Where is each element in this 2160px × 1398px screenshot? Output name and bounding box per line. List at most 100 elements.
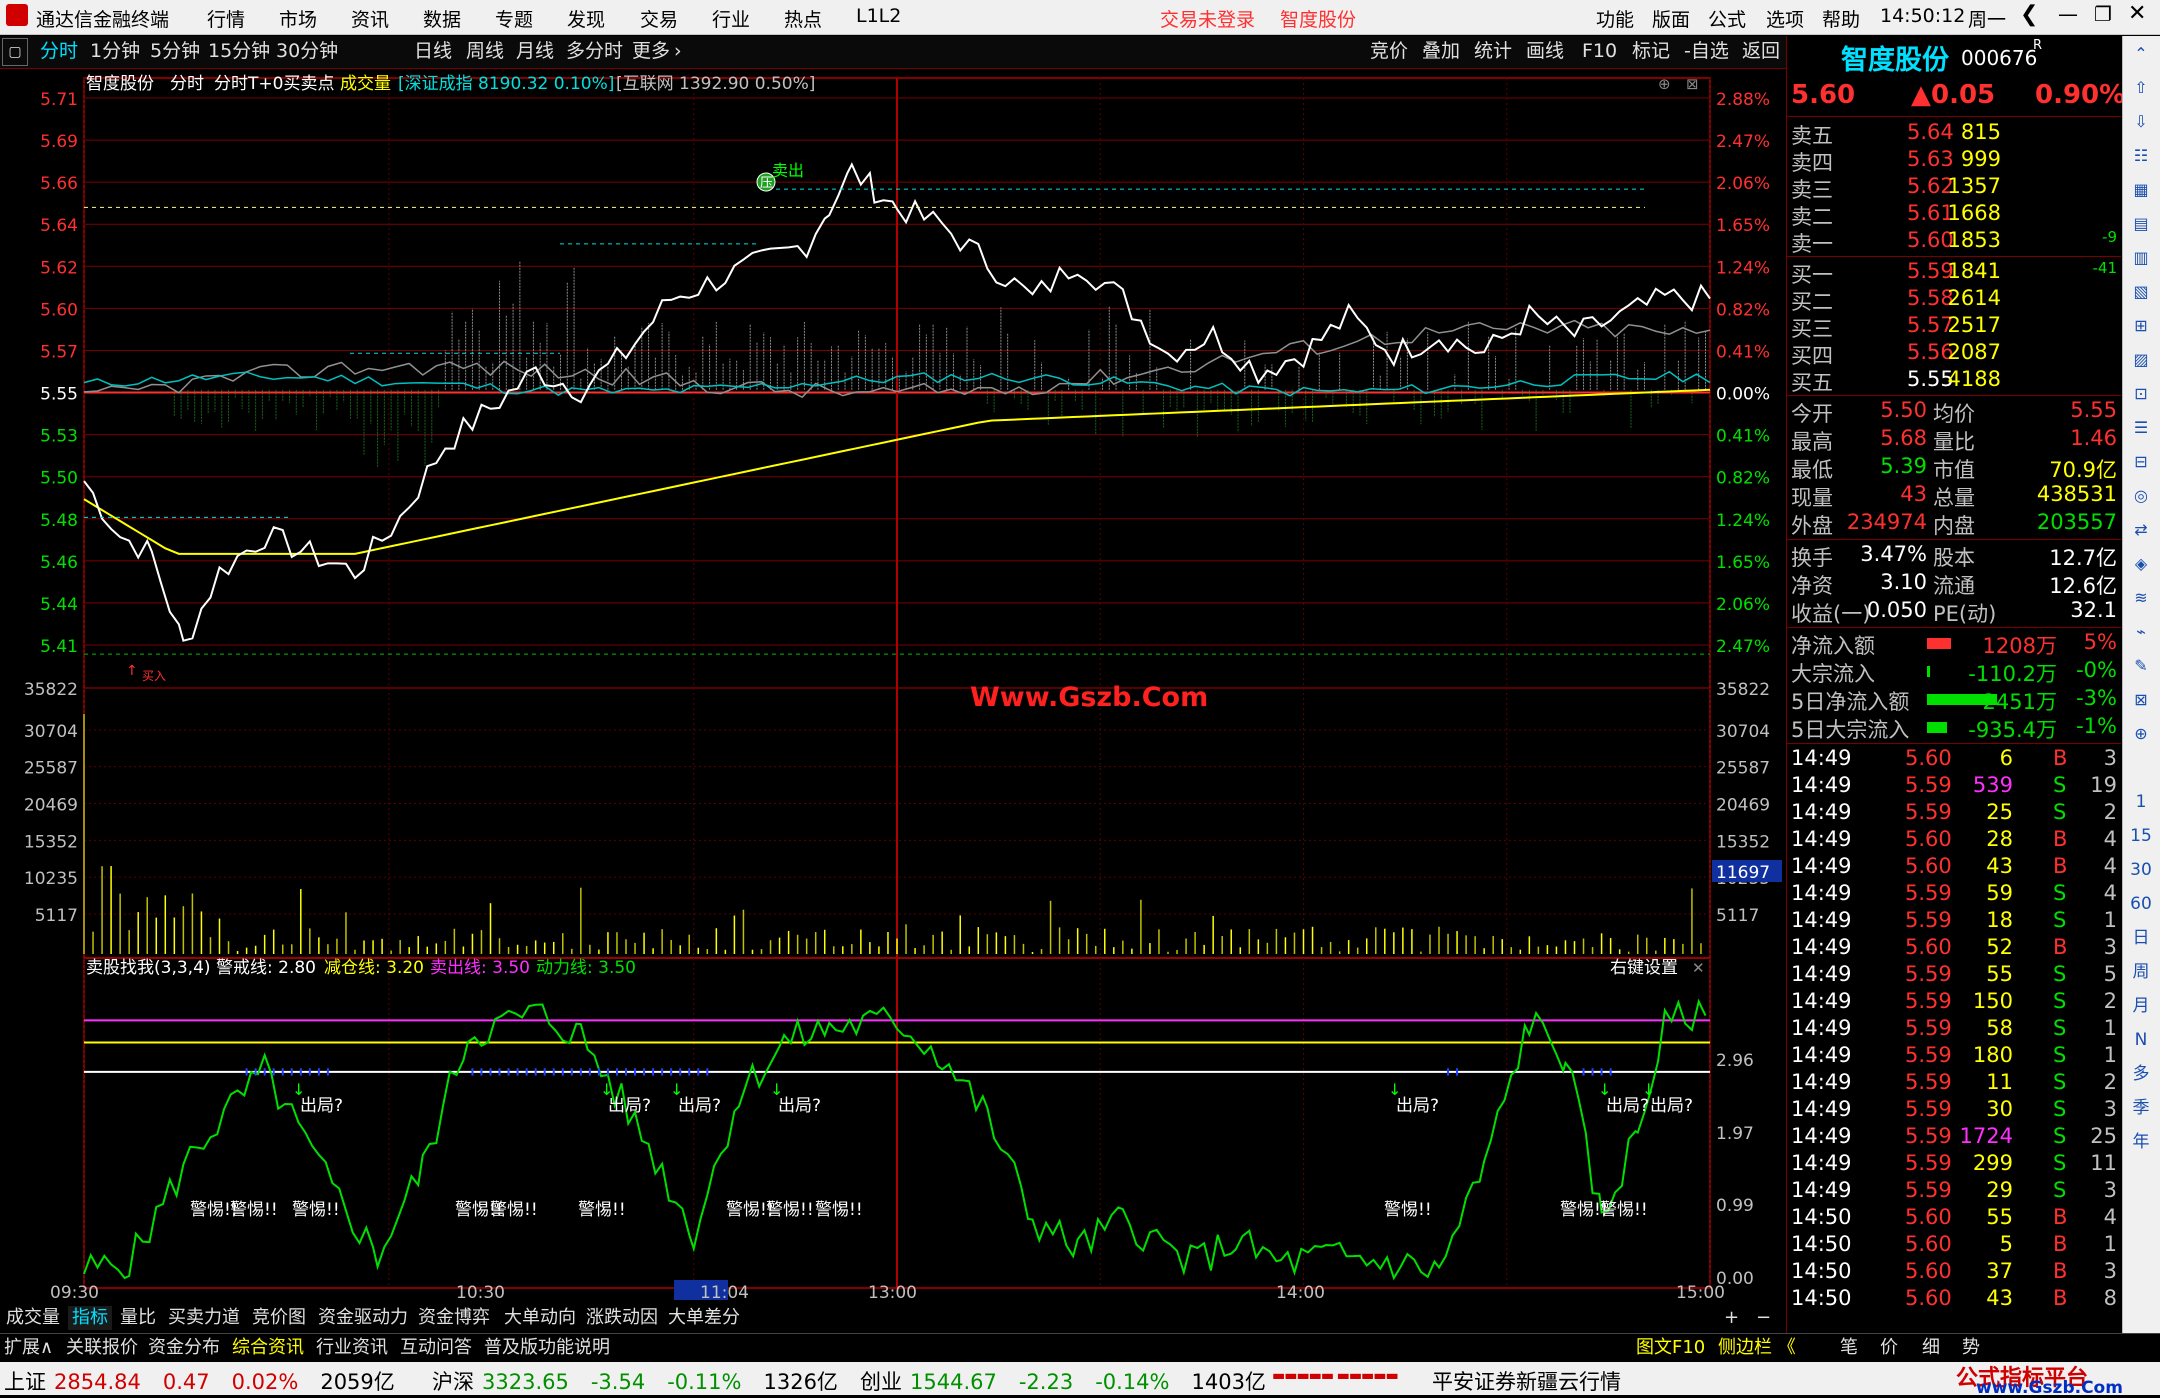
side-period-5[interactable]: 周 <box>2127 958 2155 986</box>
tool-tab-3[interactable]: 画线 <box>1526 38 1564 64</box>
side-period-8[interactable]: 多 <box>2127 1060 2155 1088</box>
index-0[interactable]: 上证 2854.84 0.47 0.02% 2059亿 <box>4 1366 395 1396</box>
side-period-4[interactable]: 日 <box>2127 924 2155 952</box>
indicator-tab-2[interactable]: 量比 <box>116 1306 160 1330</box>
menu-4[interactable]: 专题 <box>495 5 533 32</box>
right-menu-2[interactable]: 公式 <box>1708 5 1746 32</box>
login-status[interactable]: 交易未登录 <box>1160 5 1255 32</box>
ext-tab-3[interactable]: 综合资讯 <box>232 1336 304 1360</box>
side-tool-1-icon[interactable]: ⇧ <box>2127 74 2155 102</box>
intraday-chart[interactable]: 5.71 2.88% 5.69 2.47% 5.66 2.06% 5.64 1.65% 5.62… <box>0 68 1786 1300</box>
period-tab-2[interactable]: 5分钟 <box>150 38 200 64</box>
menu-2[interactable]: 资讯 <box>351 5 389 32</box>
menu-7[interactable]: 行业 <box>712 5 750 32</box>
right-menu-0[interactable]: 功能 <box>1596 5 1634 32</box>
menu-0[interactable]: 行情 <box>207 5 245 32</box>
side-period-1[interactable]: 15 <box>2127 822 2155 850</box>
side-period-7[interactable]: N <box>2127 1026 2155 1054</box>
tool-tab-2[interactable]: 统计 <box>1474 38 1512 64</box>
ext-right-tab-3[interactable]: 价 <box>1880 1336 1898 1360</box>
side-tool-16-icon[interactable]: ≋ <box>2127 584 2155 612</box>
side-tool-19-icon[interactable]: ⊠ <box>2127 686 2155 714</box>
side-tool-5-icon[interactable]: ▤ <box>2127 210 2155 238</box>
right-menu-3[interactable]: 选项 <box>1766 5 1804 32</box>
ext-right-tab-2[interactable]: 笔 <box>1840 1336 1858 1360</box>
side-tool-4-icon[interactable]: ▦ <box>2127 176 2155 204</box>
ext-right-tab-5[interactable]: 势 <box>1962 1336 1980 1360</box>
side-tool-15-icon[interactable]: ◈ <box>2127 550 2155 578</box>
menu-9[interactable]: L1L2 <box>856 5 901 27</box>
side-tool-13-icon[interactable]: ◎ <box>2127 482 2155 510</box>
menu-6[interactable]: 交易 <box>640 5 678 32</box>
index-2[interactable]: 创业 1544.67 -2.23 -0.14% 1403亿 <box>860 1366 1266 1396</box>
ext-tab-5[interactable]: 互动问答 <box>400 1336 472 1360</box>
ext-right-tab-1[interactable]: 侧边栏 《 <box>1718 1336 1796 1360</box>
side-period-2[interactable]: 30 <box>2127 856 2155 884</box>
menu-1[interactable]: 市场 <box>279 5 317 32</box>
side-period-3[interactable]: 60 <box>2127 890 2155 918</box>
ext-tab-4[interactable]: 行业资讯 <box>316 1336 388 1360</box>
side-tool-9-icon[interactable]: ▨ <box>2127 346 2155 374</box>
side-tool-17-icon[interactable]: ⌁ <box>2127 618 2155 646</box>
tool-tab-5[interactable]: 标记 <box>1632 38 1670 64</box>
period-tab-8[interactable]: 多分时 <box>566 38 623 64</box>
side-period-0[interactable]: 1 <box>2127 788 2155 816</box>
menu-3[interactable]: 数据 <box>423 5 461 32</box>
close-icon[interactable]: ✕ <box>2128 1 2146 26</box>
side-period-6[interactable]: 月 <box>2127 992 2155 1020</box>
collapse-icon[interactable]: ▢ <box>2 38 28 66</box>
side-tool-2-icon[interactable]: ⇩ <box>2127 108 2155 136</box>
indicator-tab-7[interactable]: 大单动向 <box>500 1306 580 1330</box>
side-tool-6-icon[interactable]: ▥ <box>2127 244 2155 272</box>
indicator-tab-4[interactable]: 竞价图 <box>248 1306 310 1330</box>
side-period-9[interactable]: 季 <box>2127 1094 2155 1122</box>
indicator-tab-8[interactable]: 涨跌动因 <box>582 1306 662 1330</box>
ext-tab-6[interactable]: 普及版功能说明 <box>484 1336 610 1360</box>
tool-tab-0[interactable]: 竞价 <box>1370 38 1408 64</box>
right-menu-1[interactable]: 版面 <box>1652 5 1690 32</box>
period-tab-7[interactable]: 月线 <box>516 38 554 64</box>
ext-tab-2[interactable]: 资金分布 <box>148 1336 220 1360</box>
indicator-tab-9[interactable]: 大单差分 <box>664 1306 744 1330</box>
right-menu-4[interactable]: 帮助 <box>1822 5 1860 32</box>
side-tool-20-icon[interactable]: ⊕ <box>2127 720 2155 748</box>
period-tab-6[interactable]: 周线 <box>466 38 504 64</box>
menu-5[interactable]: 发现 <box>567 5 605 32</box>
ext-tab-1[interactable]: 关联报价 <box>66 1336 138 1360</box>
tool-tab-1[interactable]: 叠加 <box>1422 38 1460 64</box>
side-tool-11-icon[interactable]: ☰ <box>2127 414 2155 442</box>
period-tab-9[interactable]: 更多 <box>632 38 670 64</box>
indicator-tab-6[interactable]: 资金博弈 <box>414 1306 494 1330</box>
tool-tab-7[interactable]: 返回 <box>1742 38 1780 64</box>
side-tool-8-icon[interactable]: ⊞ <box>2127 312 2155 340</box>
side-tool-0-icon[interactable]: ⌃ <box>2127 40 2155 68</box>
restore-icon[interactable]: ❐ <box>2094 2 2112 26</box>
side-tool-7-icon[interactable]: ▧ <box>2127 278 2155 306</box>
index-1[interactable]: 沪深 3323.65 -3.54 -0.11% 1326亿 <box>432 1366 838 1396</box>
ext-right-tab-4[interactable]: 细 <box>1922 1336 1940 1360</box>
indicator-tab-3[interactable]: 买卖力道 <box>164 1306 244 1330</box>
side-tool-14-icon[interactable]: ⇄ <box>2127 516 2155 544</box>
side-period-10[interactable]: 年 <box>2127 1128 2155 1156</box>
chart-area[interactable]: 5.71 2.88% 5.69 2.47% 5.66 2.06% 5.64 1.65% 5.62… <box>0 68 1786 1300</box>
tab-add-icon[interactable]: + <box>1720 1306 1743 1330</box>
tab-remove-icon[interactable]: − <box>1752 1306 1775 1330</box>
back-icon[interactable]: ❮ <box>2020 2 2038 27</box>
period-tab-1[interactable]: 1分钟 <box>90 38 140 64</box>
menu-8[interactable]: 热点 <box>784 5 822 32</box>
period-tab-0[interactable]: 分时 <box>40 38 78 64</box>
period-tab-5[interactable]: 日线 <box>414 38 452 64</box>
indicator-tab-5[interactable]: 资金驱动力 <box>314 1306 412 1330</box>
side-tool-10-icon[interactable]: ⊡ <box>2127 380 2155 408</box>
period-tab-4[interactable]: 30分钟 <box>276 38 338 64</box>
side-tool-12-icon[interactable]: ⊟ <box>2127 448 2155 476</box>
minimize-icon[interactable]: — <box>2058 2 2078 26</box>
tool-tab-6[interactable]: -自选 <box>1684 38 1729 64</box>
more-chevron-icon[interactable]: › <box>674 38 682 64</box>
ext-right-tab-0[interactable]: 图文F10 <box>1636 1336 1705 1360</box>
indicator-tab-0[interactable]: 成交量 <box>2 1306 64 1330</box>
indicator-tab-1[interactable]: 指标 <box>68 1306 112 1330</box>
side-tool-18-icon[interactable]: ✎ <box>2127 652 2155 680</box>
ext-tab-0[interactable]: 扩展∧ <box>4 1336 53 1360</box>
period-tab-3[interactable]: 15分钟 <box>208 38 270 64</box>
